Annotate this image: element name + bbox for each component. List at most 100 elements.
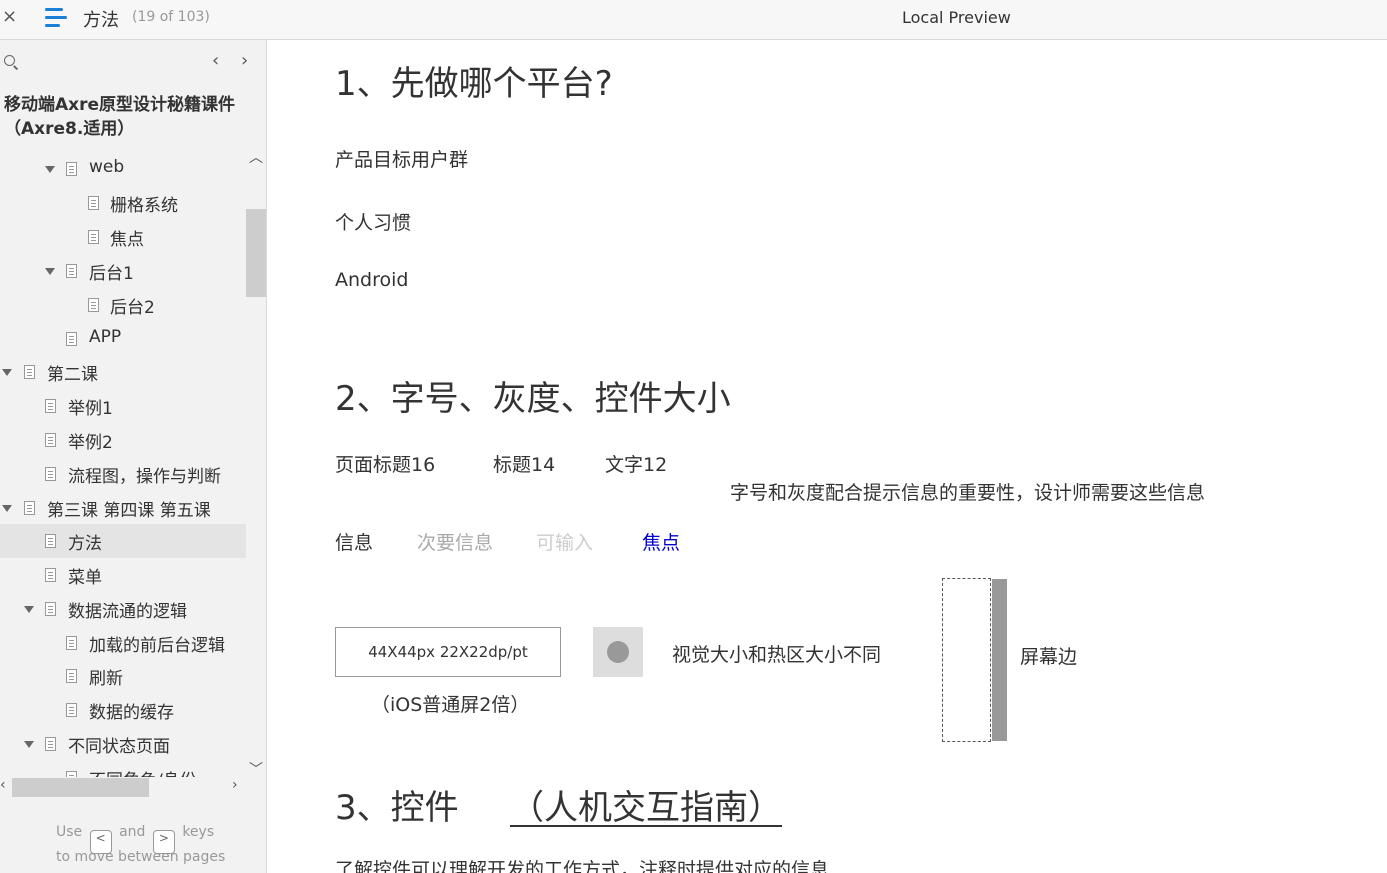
tree-item-app[interactable]: APP — [0, 322, 246, 356]
preview-title: Local Preview — [902, 8, 1011, 27]
tree-item-data-flow[interactable]: 数据流通的逻辑 — [0, 592, 246, 626]
tree-item-label: 菜单 — [68, 568, 102, 588]
tree-item-example1[interactable]: 举例1 — [0, 389, 246, 423]
tree-item-label: 后台1 — [89, 264, 134, 284]
scroll-left-icon[interactable]: ‹ — [0, 777, 6, 793]
scroll-up-icon[interactable]: ︿ — [249, 147, 263, 167]
page-counter: (19 of 103) — [132, 9, 210, 25]
page-icon — [45, 737, 56, 751]
screen-edge-bar — [992, 579, 1007, 741]
tree-item-label: 焦点 — [110, 230, 144, 250]
text-info: 信息 — [335, 532, 374, 554]
menu-icon[interactable] — [45, 8, 67, 28]
hint-text: Use — [56, 824, 83, 840]
hint-text: to move between pages — [56, 849, 226, 865]
tree-item-label: 栅格系统 — [110, 196, 178, 216]
tree-item-web[interactable]: web — [0, 152, 246, 186]
size-box: 44X44px 22X22dp/pt — [335, 627, 561, 677]
page-icon — [66, 636, 77, 650]
text-input-placeholder: 可输入 — [536, 532, 594, 554]
tree-item-method[interactable]: 方法 — [0, 524, 246, 558]
tree-item-roles[interactable]: 不同角色/身份 — [0, 761, 246, 777]
search-icon[interactable] — [4, 55, 15, 66]
next-page-icon[interactable]: › — [241, 50, 248, 71]
expand-arrow-icon[interactable] — [2, 369, 12, 376]
tree-item-backend2[interactable]: 后台2 — [0, 288, 246, 322]
tree-item-grid-system[interactable]: 栅格系统 — [0, 186, 246, 220]
page-icon — [66, 703, 77, 717]
tree-item-refresh[interactable]: 刷新 — [0, 659, 246, 693]
top-bar: × 方法 (19 of 103) Local Preview — [0, 0, 1387, 40]
tree-horizontal-scrollbar[interactable]: ‹ › — [0, 776, 246, 798]
hotzone-dot — [607, 641, 629, 663]
tree-item-flowchart[interactable]: 流程图，操作与判断 — [0, 457, 246, 491]
preview-content: 1、先做哪个平台? 产品目标用户群 个人习惯 Android 2、字号、灰度、控… — [267, 40, 1387, 873]
tree-item-focus[interactable]: 焦点 — [0, 220, 246, 254]
text-ios-note: （iOS普通屏2倍） — [371, 694, 530, 716]
tree-item-lessons345[interactable]: 第三课 第四课 第五课 — [0, 491, 246, 525]
tree-item-label: 举例2 — [68, 433, 113, 453]
page-icon — [45, 433, 56, 447]
screen-edge-box — [942, 578, 991, 742]
text-heading-size: 标题14 — [493, 454, 556, 476]
expand-arrow-icon[interactable] — [24, 606, 34, 613]
page-icon — [88, 230, 99, 244]
expand-arrow-icon[interactable] — [24, 741, 34, 748]
link-hig[interactable]: （人机交互指南） — [510, 780, 782, 829]
scrollbar-thumb[interactable] — [12, 778, 149, 797]
heading-font-size: 2、字号、灰度、控件大小 — [335, 379, 731, 419]
text-focus-link[interactable]: 焦点 — [642, 528, 680, 555]
text-body-size: 文字12 — [605, 454, 668, 476]
page-icon — [24, 365, 35, 379]
text-habits: 个人习惯 — [335, 212, 412, 234]
previous-page-icon[interactable]: ‹ — [212, 50, 219, 71]
sidebar: ‹ › 移动端Axre原型设计秘籍课件（Axre8.适用） web 栅格系统 焦… — [0, 40, 267, 873]
text-target-users: 产品目标用户群 — [335, 149, 469, 171]
page-icon — [66, 332, 77, 346]
tree-item-loading-logic[interactable]: 加载的前后台逻辑 — [0, 626, 246, 660]
page-icon — [88, 196, 99, 210]
expand-arrow-icon[interactable] — [45, 268, 55, 275]
tree-item-label: 第三课 第四课 第五课 — [47, 501, 211, 521]
text-hotzone-note: 视觉大小和热区大小不同 — [672, 644, 882, 666]
tree-item-backend1[interactable]: 后台1 — [0, 254, 246, 288]
tree-item-state-pages[interactable]: 不同状态页面 — [0, 727, 246, 761]
tree-item-label: 后台2 — [110, 298, 155, 318]
page-title: 方法 — [83, 10, 119, 31]
hint-text: and — [119, 824, 146, 840]
hint-text: keys — [182, 824, 215, 840]
tree-item-label: 第二课 — [47, 365, 98, 385]
text-controls-note: 了解控件可以理解开发的工作方式，注释时提供对应的信息 — [335, 859, 830, 873]
scroll-down-icon[interactable]: ﹀ — [249, 759, 263, 779]
tree-item-label: 方法 — [68, 534, 102, 554]
text-page-title-size: 页面标题16 — [335, 454, 436, 476]
project-title: 移动端Axre原型设计秘籍课件（Axre8.适用） — [4, 95, 236, 139]
hotzone-example — [593, 627, 643, 677]
tree-item-label: 刷新 — [89, 669, 123, 689]
tree-item-label: 流程图，操作与判断 — [68, 467, 221, 487]
page-icon — [45, 534, 56, 548]
page-icon — [88, 298, 99, 312]
tree-item-lesson2[interactable]: 第二课 — [0, 355, 246, 389]
tree-item-label: APP — [89, 327, 122, 347]
heading-platform: 1、先做哪个平台? — [335, 64, 613, 104]
page-icon — [24, 501, 35, 515]
expand-arrow-icon[interactable] — [2, 505, 12, 512]
scrollbar-thumb[interactable] — [246, 209, 266, 297]
tree-item-menu[interactable]: 菜单 — [0, 558, 246, 592]
scroll-right-icon[interactable]: › — [232, 777, 238, 793]
tree-item-example2[interactable]: 举例2 — [0, 423, 246, 457]
page-tree: web 栅格系统 焦点 后台1 后台2 APP 第二课 举例1 举例2 流程图，… — [0, 147, 246, 777]
tree-item-label: web — [89, 157, 125, 177]
tree-item-data-cache[interactable]: 数据的缓存 — [0, 693, 246, 727]
tree-item-label: 数据流通的逻辑 — [68, 602, 187, 622]
tree-vertical-scrollbar[interactable]: ︿ ﹀ — [246, 147, 266, 779]
text-font-note: 字号和灰度配合提示信息的重要性，设计师需要这些信息 — [730, 482, 1206, 504]
close-icon[interactable]: × — [2, 6, 17, 27]
heading-controls: 3、控件 — [335, 788, 459, 828]
tree-item-label: 举例1 — [68, 399, 113, 419]
page-icon — [45, 602, 56, 616]
page-icon — [66, 162, 77, 176]
text-screen-edge: 屏幕边 — [1020, 646, 1078, 668]
expand-arrow-icon[interactable] — [45, 166, 55, 173]
